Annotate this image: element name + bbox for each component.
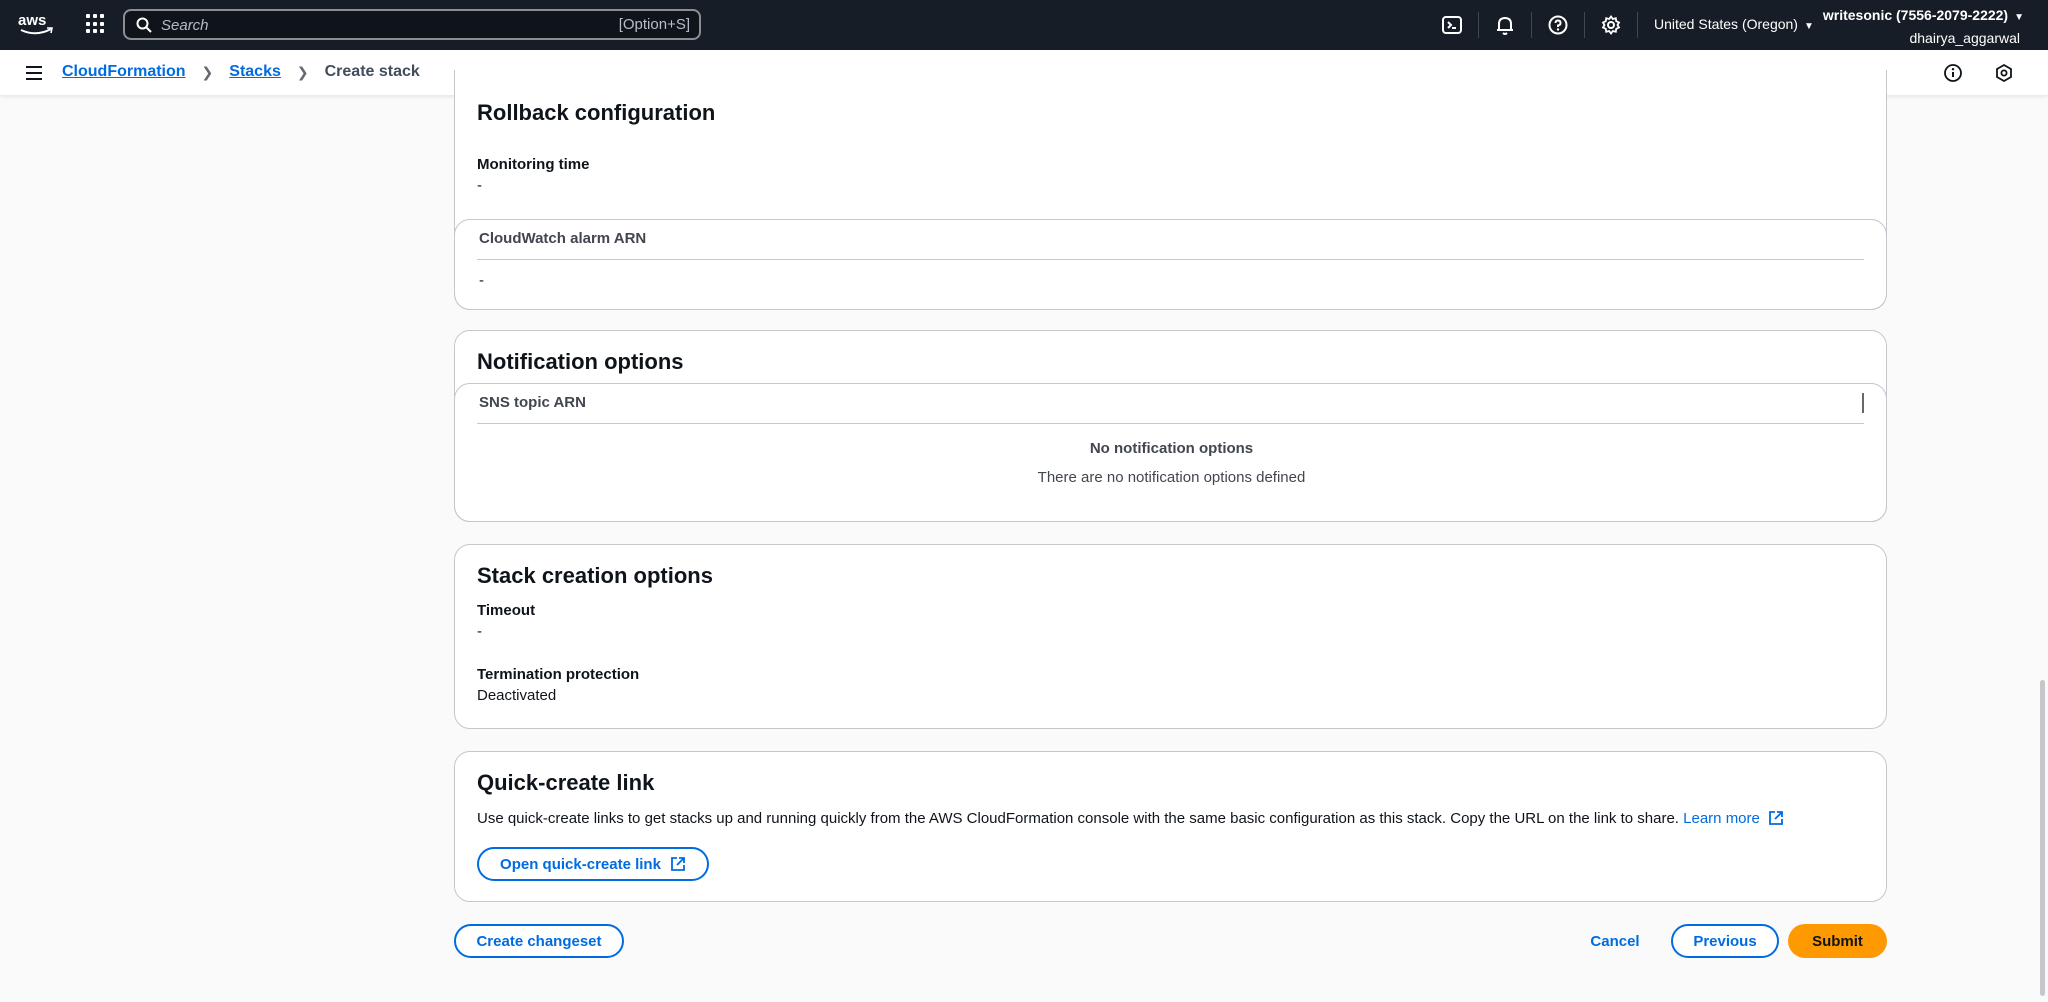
empty-state-title: No notification options xyxy=(1089,440,1254,457)
breadcrumb: CloudFormation ❯ Stacks ❯ Create stack xyxy=(62,63,420,81)
cloudshell-icon[interactable] xyxy=(1441,14,1463,36)
alarm-arn-header: CloudWatch alarm ARN xyxy=(479,230,647,247)
menu-icon[interactable] xyxy=(26,66,42,80)
breadcrumb-stacks[interactable]: Stacks xyxy=(229,63,281,81)
termination-protection-value: Deactivated xyxy=(477,687,557,704)
previous-button[interactable]: Previous xyxy=(1671,924,1779,958)
create-changeset-button[interactable]: Create changeset xyxy=(454,924,624,958)
alarm-arn-value: - xyxy=(479,272,484,289)
external-link-icon xyxy=(1769,811,1783,825)
scrollbar[interactable] xyxy=(2040,680,2045,996)
breadcrumb-cloudformation[interactable]: CloudFormation xyxy=(62,63,186,81)
breadcrumb-current: Create stack xyxy=(324,63,420,80)
apps-grid-icon[interactable] xyxy=(86,14,106,34)
info-icon[interactable] xyxy=(1943,63,1963,83)
alarm-table: CloudWatch alarm ARN - xyxy=(454,219,1887,310)
chevron-right-icon: ❯ xyxy=(201,63,214,80)
username: dhairya_aggarwal xyxy=(1909,30,2020,46)
empty-state: No notification options There are no not… xyxy=(455,440,1888,486)
notification-title: Notification options xyxy=(477,349,684,374)
help-icon[interactable] xyxy=(1547,14,1569,36)
caret-down-icon: ▼ xyxy=(1803,21,1814,32)
stack-options-title: Stack creation options xyxy=(477,563,713,588)
chevron-right-icon: ❯ xyxy=(296,63,309,80)
region-selector[interactable]: United States (Oregon) ▼ xyxy=(1654,16,1814,32)
search-icon xyxy=(136,17,152,33)
monitoring-time-value: - xyxy=(477,177,482,194)
account-menu[interactable]: writesonic (7556-2079-2222) ▼ dhairya_agg… xyxy=(1823,5,2024,48)
quick-create-description: Use quick-create links to get stacks up … xyxy=(477,810,1784,827)
sns-topic-arn-header: SNS topic ARN xyxy=(479,394,586,411)
external-link-icon xyxy=(671,857,685,871)
notification-panel: Notification options SNS topic ARN No no… xyxy=(454,330,1887,522)
account-name: writesonic (7556-2079-2222) xyxy=(1822,7,2009,23)
search-box[interactable]: [Option+S] xyxy=(123,9,701,40)
caret-down-icon: ▼ xyxy=(2014,12,2024,23)
quick-create-title: Quick-create link xyxy=(477,770,655,795)
column-resizer[interactable] xyxy=(1862,393,1864,413)
termination-protection-label: Termination protection xyxy=(477,666,640,683)
preferences-icon[interactable] xyxy=(1994,63,2014,83)
search-shortcut: [Option+S] xyxy=(618,16,690,33)
learn-more-link[interactable]: Learn more xyxy=(1683,810,1784,827)
open-quick-create-link-button[interactable]: Open quick-create link xyxy=(477,847,709,881)
aws-logo[interactable]: aws xyxy=(18,11,54,37)
bell-icon[interactable] xyxy=(1494,14,1516,36)
stack-options-panel: Stack creation options Timeout - Termina… xyxy=(454,544,1887,729)
rollback-title: Rollback configuration xyxy=(477,100,716,125)
quick-create-panel: Quick-create link Use quick-create links… xyxy=(454,751,1887,902)
submit-button[interactable]: Submit xyxy=(1788,924,1887,958)
monitoring-time-label: Monitoring time xyxy=(477,156,590,173)
rollback-panel: Rollback configuration Monitoring time -… xyxy=(454,70,1887,310)
empty-state-text: There are no notification options define… xyxy=(1037,469,1306,486)
top-navigation: aws [Option+S] United States (Oregon) xyxy=(0,0,2048,50)
timeout-label: Timeout xyxy=(477,602,536,619)
gear-icon[interactable] xyxy=(1600,14,1622,36)
sns-table: SNS topic ARN No notification options Th… xyxy=(454,383,1887,522)
search-input[interactable] xyxy=(161,15,541,35)
svg-text:aws: aws xyxy=(18,12,46,29)
timeout-value: - xyxy=(477,623,482,640)
cancel-button[interactable]: Cancel xyxy=(1580,924,1650,958)
